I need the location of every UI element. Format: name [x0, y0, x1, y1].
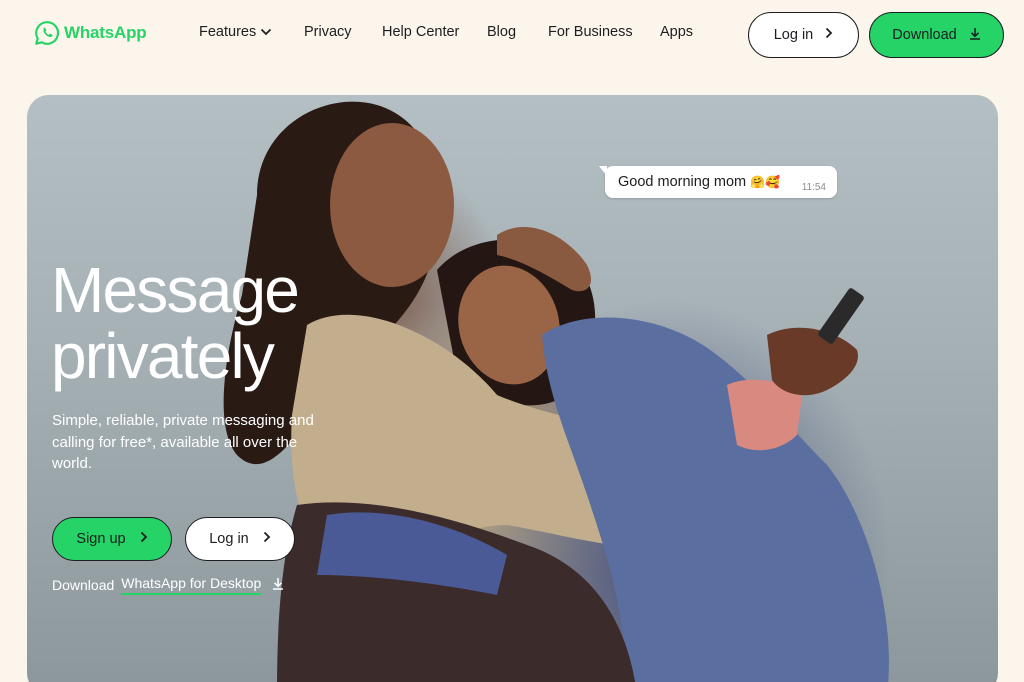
hero-login-button-label: Log in [209, 531, 249, 547]
whatsapp-logo[interactable]: WhatsApp [34, 20, 147, 46]
brand-name: WhatsApp [64, 23, 147, 42]
nav-link-features[interactable]: Features [199, 24, 304, 40]
desktop-download-prefix: Download [52, 577, 115, 593]
desktop-download-line: Download WhatsApp for Desktop [52, 575, 284, 595]
hero-login-button[interactable]: Log in [185, 517, 295, 561]
signup-button[interactable]: Sign up [52, 517, 172, 561]
download-button-label: Download [892, 27, 957, 43]
login-button-label: Log in [773, 27, 814, 43]
nav-link-features-label: Features [199, 24, 257, 40]
top-navigation: WhatsApp Features Privacy Help Center Bl… [0, 0, 1024, 68]
hero-title: Message privately [51, 257, 351, 389]
chat-message-bubble: Good morning mom 🤗🥰 11:54 [599, 166, 837, 198]
download-icon[interactable] [272, 577, 284, 593]
hero-title-line-1: Message [51, 254, 300, 326]
nav-link-blog[interactable]: Blog [487, 24, 548, 40]
chevron-down-icon [260, 24, 272, 40]
chevron-right-icon [825, 27, 833, 43]
nav-link-help-center[interactable]: Help Center [382, 24, 487, 40]
hero-title-line-2: privately [51, 320, 275, 392]
nav-links: Features Privacy Help Center Blog For Bu… [199, 24, 710, 40]
desktop-download-link[interactable]: WhatsApp for Desktop [121, 575, 262, 595]
hero-section: Good morning mom 🤗🥰 11:54 Message privat… [27, 95, 998, 682]
chat-message-time: 11:54 [801, 182, 826, 193]
download-icon [969, 27, 981, 44]
nav-link-for-business[interactable]: For Business [548, 24, 660, 40]
signup-button-label: Sign up [76, 531, 126, 547]
chevron-right-icon [140, 531, 148, 547]
chevron-right-icon [263, 531, 271, 547]
nav-link-apps[interactable]: Apps [660, 24, 710, 40]
nav-link-privacy[interactable]: Privacy [304, 24, 382, 40]
login-button[interactable]: Log in [748, 12, 859, 58]
whatsapp-logo-icon [34, 20, 60, 46]
hero-subtitle: Simple, reliable, private messaging and … [52, 412, 314, 472]
download-button[interactable]: Download [869, 12, 1004, 58]
chat-message-emojis: 🤗🥰 [750, 175, 781, 189]
chat-message-text: Good morning mom [618, 174, 747, 190]
